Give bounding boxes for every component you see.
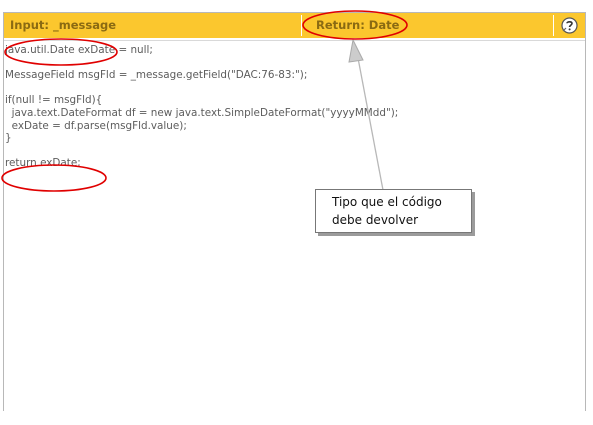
code-line: return exDate; xyxy=(5,157,81,170)
code-line: java.text.DateFormat df = new java.text.… xyxy=(5,106,399,119)
header-divider xyxy=(301,15,302,36)
code-line: exDate = df.parse(msgFld.value); xyxy=(5,119,187,132)
code-line: MessageField msgFld = _message.getField(… xyxy=(5,69,308,82)
input-label: Input: _message xyxy=(10,18,116,32)
code-content: java.util.Date exDate = null; MessageFiel… xyxy=(5,44,398,170)
annotation-line-2: debe devolver xyxy=(332,213,419,227)
annotation-callout: Tipo que el código debe devolver xyxy=(315,189,472,233)
code-line: } xyxy=(5,132,12,145)
code-line: java.util.Date exDate = null; xyxy=(5,44,153,56)
header-divider xyxy=(553,15,554,36)
script-header-bar: Input: _message Return: Date xyxy=(4,13,585,38)
help-icon[interactable] xyxy=(560,16,579,35)
code-line: if(null != msgFld){ xyxy=(5,94,103,107)
annotation-line-1: Tipo que el código xyxy=(332,195,442,209)
return-label: Return: Date xyxy=(316,18,400,32)
